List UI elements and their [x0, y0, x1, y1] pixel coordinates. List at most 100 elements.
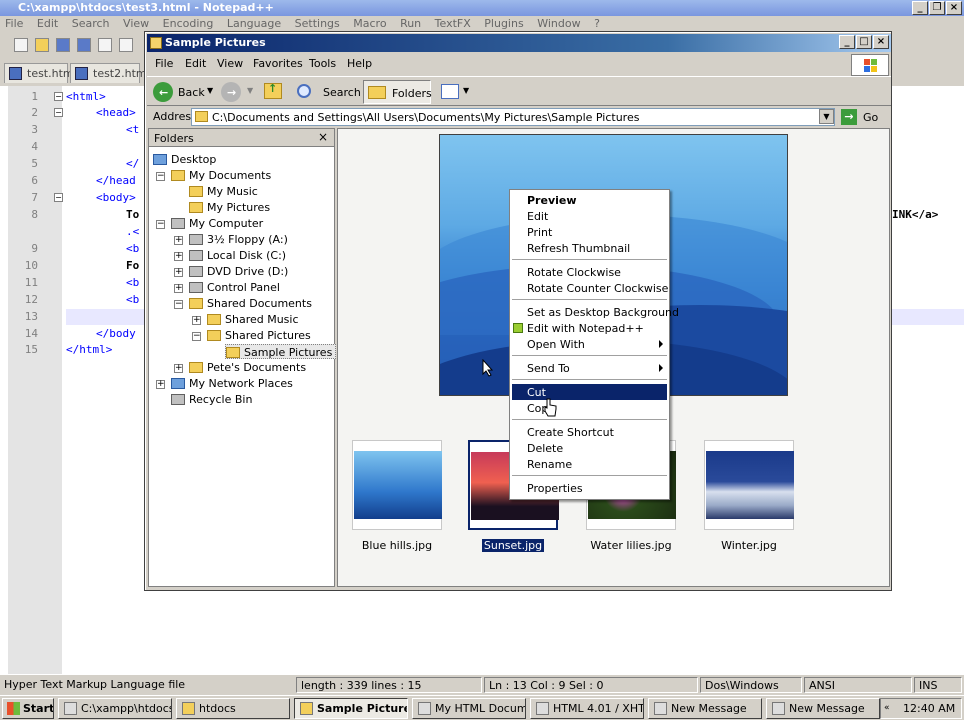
- menu-run[interactable]: Run: [400, 17, 421, 30]
- tree-expander[interactable]: +: [174, 364, 183, 373]
- menu-window[interactable]: Window: [537, 17, 580, 30]
- thumbnail-label[interactable]: Blue hills.jpg: [342, 539, 452, 552]
- tree-item-shared-pictures[interactable]: Shared Pictures: [207, 328, 311, 343]
- menu-tools[interactable]: Tools: [309, 57, 336, 70]
- menu-favorites[interactable]: Favorites: [253, 57, 303, 70]
- up-folder-button[interactable]: ↑: [261, 80, 287, 104]
- menu-item-delete[interactable]: Delete: [512, 440, 667, 456]
- tree-expander[interactable]: +: [174, 284, 183, 293]
- tab-test-html[interactable]: test.html: [4, 63, 77, 83]
- dropdown-arrow-icon[interactable]: ▼: [247, 86, 253, 95]
- maximize-button[interactable]: ❐: [929, 1, 945, 15]
- thumbnail-label[interactable]: Winter.jpg: [694, 539, 804, 552]
- menu-language[interactable]: Language: [227, 17, 281, 30]
- menu-plugins[interactable]: Plugins: [484, 17, 523, 30]
- tree-item-shared-music[interactable]: Shared Music: [207, 312, 299, 327]
- tree-expander[interactable]: +: [192, 316, 201, 325]
- menu-view[interactable]: View: [123, 17, 149, 30]
- back-button[interactable]: ← Back ▼: [151, 80, 213, 104]
- views-button[interactable]: ▼: [439, 80, 471, 104]
- close-button[interactable]: ×: [946, 1, 962, 15]
- tree-expander[interactable]: −: [174, 300, 183, 309]
- menu-file[interactable]: File: [155, 57, 173, 70]
- tree-item-network-places[interactable]: My Network Places: [171, 376, 293, 391]
- tree-item-floppy[interactable]: 3½ Floppy (A:): [189, 232, 288, 247]
- task-html-401[interactable]: HTML 4.01 / XHT...: [530, 698, 644, 719]
- tree-expander[interactable]: +: [156, 380, 165, 389]
- menu-textfx[interactable]: TextFX: [435, 17, 471, 30]
- tree-expander[interactable]: −: [156, 220, 165, 229]
- tree-expander[interactable]: −: [156, 172, 165, 181]
- menu-item-properties[interactable]: Properties: [512, 480, 667, 496]
- tree-item-local-disk[interactable]: Local Disk (C:): [189, 248, 286, 263]
- thumbnail-blue-hills[interactable]: [352, 440, 442, 530]
- go-button[interactable]: → Go: [841, 108, 885, 126]
- tree-item-sample-pictures[interactable]: Sample Pictures: [225, 344, 337, 359]
- address-dropdown-button[interactable]: ▼: [819, 109, 834, 124]
- menu-item-cut[interactable]: Cut: [512, 384, 667, 400]
- tree-expander[interactable]: +: [174, 252, 183, 261]
- explorer-maximize-button[interactable]: □: [856, 35, 872, 49]
- tree-item-control-panel[interactable]: Control Panel: [189, 280, 280, 295]
- address-input[interactable]: C:\Documents and Settings\All Users\Docu…: [191, 108, 835, 126]
- task-notepadpp[interactable]: C:\xampp\htdocs...: [58, 698, 172, 719]
- menu-edit[interactable]: Edit: [37, 17, 58, 30]
- clock[interactable]: 12:40 AM: [903, 702, 955, 715]
- task-new-message-1[interactable]: New Message: [648, 698, 762, 719]
- tree-item-desktop[interactable]: Desktop: [153, 152, 216, 167]
- tree-item-petes-documents[interactable]: Pete's Documents: [189, 360, 306, 375]
- save-all-icon[interactable]: [77, 38, 91, 52]
- menu-item-refresh-thumbnail[interactable]: Refresh Thumbnail: [512, 240, 667, 256]
- thumbnail-label-selected[interactable]: Sunset.jpg: [458, 539, 568, 552]
- folders-button[interactable]: Folders: [363, 80, 432, 104]
- menu-item-send-to[interactable]: Send To: [512, 360, 667, 376]
- menu-item-edit[interactable]: Edit: [512, 208, 667, 224]
- menu-view[interactable]: View: [217, 57, 243, 70]
- tree-item-my-computer[interactable]: My Computer: [171, 216, 263, 231]
- menu-item-print[interactable]: Print: [512, 224, 667, 240]
- tree-item-my-music[interactable]: My Music: [189, 184, 258, 199]
- search-button[interactable]: Search: [295, 80, 361, 104]
- thumbnail-winter[interactable]: [704, 440, 794, 530]
- menu-help[interactable]: Help: [347, 57, 372, 70]
- task-my-html-documents[interactable]: My HTML Docum...: [412, 698, 526, 719]
- explorer-minimize-button[interactable]: _: [839, 35, 855, 49]
- tab-test2-html[interactable]: test2.html: [70, 63, 150, 83]
- menu-item-edit-with-notepadpp[interactable]: Edit with Notepad++: [512, 320, 667, 336]
- menu-settings[interactable]: Settings: [295, 17, 340, 30]
- task-new-message-2[interactable]: New Message: [766, 698, 880, 719]
- tray-expand-icon[interactable]: «: [884, 703, 890, 713]
- menu-macro[interactable]: Macro: [353, 17, 386, 30]
- tree-item-my-documents[interactable]: My Documents: [171, 168, 271, 183]
- tree-item-recycle-bin[interactable]: Recycle Bin: [171, 392, 252, 407]
- close-file-icon[interactable]: [98, 38, 112, 52]
- fold-marker[interactable]: −: [54, 92, 63, 101]
- forward-button[interactable]: → ▼: [219, 80, 255, 104]
- menu-encoding[interactable]: Encoding: [163, 17, 214, 30]
- menu-item-rotate-counter-clockwise[interactable]: Rotate Counter Clockwise: [512, 280, 668, 296]
- fold-marker[interactable]: −: [54, 108, 63, 117]
- tree-expander[interactable]: +: [174, 268, 183, 277]
- menu-item-open-with[interactable]: Open With: [512, 336, 667, 352]
- menu-edit[interactable]: Edit: [185, 57, 206, 70]
- tree-item-dvd-drive[interactable]: DVD Drive (D:): [189, 264, 288, 279]
- tree-item-shared-documents[interactable]: Shared Documents: [189, 296, 312, 311]
- dropdown-arrow-icon[interactable]: ▼: [207, 86, 213, 95]
- menu-file[interactable]: File: [5, 17, 23, 30]
- task-htdocs[interactable]: htdocs: [176, 698, 290, 719]
- explorer-title-bar[interactable]: Sample Pictures: [147, 34, 891, 52]
- save-icon[interactable]: [56, 38, 70, 52]
- menu-item-copy[interactable]: Copy: [512, 400, 667, 416]
- thumbnail-label[interactable]: Water lilies.jpg: [576, 539, 686, 552]
- start-button[interactable]: Start: [2, 698, 54, 719]
- menu-item-rename[interactable]: Rename: [512, 456, 667, 472]
- menu-item-preview[interactable]: Preview: [512, 192, 667, 208]
- tree-item-my-pictures[interactable]: My Pictures: [189, 200, 270, 215]
- tree-expander[interactable]: −: [192, 332, 201, 341]
- open-file-icon[interactable]: [35, 38, 49, 52]
- explorer-close-button[interactable]: ×: [873, 35, 889, 49]
- task-sample-pictures[interactable]: Sample Pictures: [294, 698, 408, 719]
- notepadpp-title-bar[interactable]: C:\xampp\htdocs\test3.html - Notepad++: [0, 0, 964, 16]
- menu-item-set-desktop-background[interactable]: Set as Desktop Background: [512, 304, 679, 320]
- print-icon[interactable]: [119, 38, 133, 52]
